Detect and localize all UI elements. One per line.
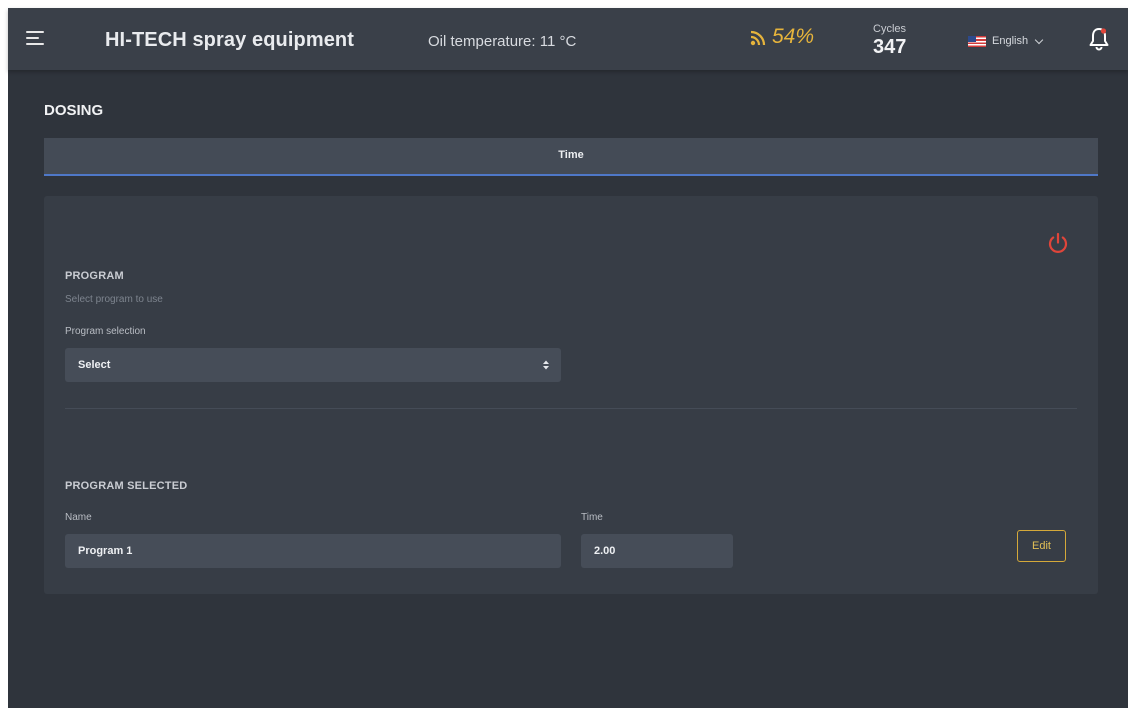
program-selected-title: PROGRAM SELECTED: [65, 480, 188, 492]
name-label: Name: [65, 512, 92, 523]
signal-strength: 54%: [749, 25, 814, 49]
tab-time[interactable]: Time: [44, 138, 1098, 174]
cycles-value: 347: [873, 36, 907, 58]
power-icon[interactable]: [1046, 231, 1070, 255]
name-field: Program 1: [65, 534, 561, 568]
us-flag-icon: [968, 35, 986, 47]
chevron-down-icon: [1034, 35, 1044, 44]
cycles-counter: Cycles 347: [873, 23, 906, 59]
program-select-value: Select: [78, 359, 111, 371]
time-field: 2.00: [581, 534, 733, 568]
app-window: HI-TECH spray equipment Oil temperature:…: [8, 8, 1128, 708]
edit-button[interactable]: Edit: [1017, 530, 1066, 562]
program-section-title: PROGRAM: [65, 270, 124, 282]
program-hint: Select program to use: [65, 294, 163, 305]
program-selection-label: Program selection: [65, 326, 146, 337]
time-label: Time: [581, 512, 603, 523]
tab-bar: Time: [44, 138, 1098, 176]
bell-icon[interactable]: [1087, 26, 1111, 52]
page-title: DOSING: [44, 102, 104, 119]
top-bar: HI-TECH spray equipment Oil temperature:…: [8, 8, 1128, 70]
program-select[interactable]: Select: [65, 348, 561, 382]
hamburger-menu-icon[interactable]: [26, 28, 46, 48]
oil-temperature: Oil temperature: 11 °C: [428, 33, 577, 50]
section-divider: [65, 408, 1077, 409]
language-selector[interactable]: English: [968, 35, 1044, 47]
program-card: PROGRAM Select program to use Program se…: [44, 196, 1098, 594]
app-title: HI-TECH spray equipment: [105, 29, 354, 51]
sort-caret-icon: [543, 360, 549, 370]
wifi-signal-icon: [750, 30, 766, 46]
language-label: English: [992, 35, 1029, 47]
cycles-label: Cycles: [873, 23, 907, 35]
signal-value: 54%: [772, 25, 815, 48]
